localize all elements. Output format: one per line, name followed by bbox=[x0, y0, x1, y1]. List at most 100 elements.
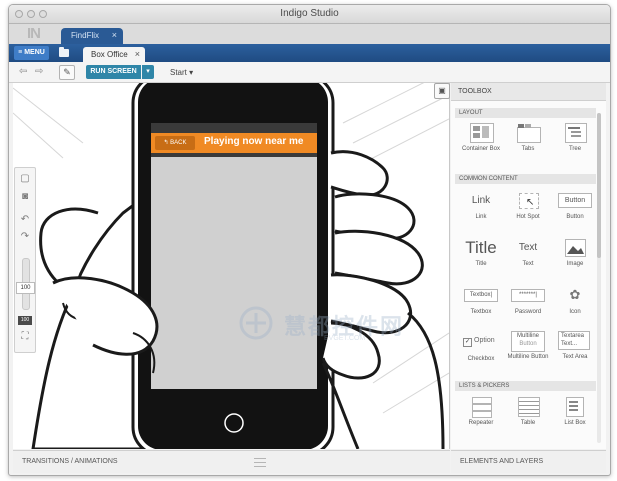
app-bar: IN FindFlix × bbox=[9, 24, 610, 44]
project-tab-label: FindFlix bbox=[71, 31, 100, 40]
tool-hot-spot[interactable]: ↖ Hot Spot bbox=[506, 191, 550, 220]
tool-label: Text Area bbox=[562, 354, 588, 360]
tab-screen[interactable]: Box Office × bbox=[83, 47, 145, 62]
toggle-panel-icon[interactable]: ▣ bbox=[434, 83, 450, 99]
link-icon: Link bbox=[471, 195, 491, 206]
section-lists-pickers: LISTS & PICKERS bbox=[455, 381, 596, 391]
tool-container-box[interactable]: Container Box bbox=[459, 123, 503, 152]
resize-grip-icon[interactable] bbox=[254, 458, 266, 467]
start-dropdown[interactable]: Start ▾ bbox=[170, 68, 193, 77]
tool-text-area[interactable]: Textarea Text... Text Area bbox=[553, 331, 597, 360]
prototype-back-button[interactable]: ↰ BACK bbox=[155, 136, 195, 150]
text-icon: Text bbox=[518, 242, 538, 253]
brush-icon[interactable]: ✎ bbox=[59, 65, 75, 80]
tool-table[interactable]: Table bbox=[506, 397, 550, 426]
toolbox-title: TOOLBOX bbox=[458, 88, 492, 95]
transitions-label: TRANSITIONS / ANIMATIONS bbox=[22, 458, 118, 465]
tool-label: Repeater bbox=[468, 420, 494, 426]
tool-link[interactable]: Link Link bbox=[459, 191, 503, 220]
title-icon: Title bbox=[465, 238, 497, 257]
tool-label: Container Box bbox=[461, 146, 501, 152]
toolbox-panel: TOOLBOX LAYOUT Container Box Tabs Tree C… bbox=[451, 83, 606, 449]
design-canvas[interactable]: ↰ BACK Playing now near me 慧都控件网 EVGET.C… bbox=[13, 83, 450, 449]
tool-repeater[interactable]: Repeater bbox=[459, 397, 503, 426]
fit-screen-icon[interactable]: ⛶ bbox=[18, 330, 32, 344]
image-icon bbox=[562, 238, 588, 258]
tool-label: Tabs bbox=[521, 146, 535, 152]
tool-label: Text bbox=[522, 261, 534, 267]
tool-label: List Box bbox=[564, 420, 586, 426]
tab-project[interactable]: FindFlix × bbox=[61, 28, 123, 44]
tool-password[interactable]: *******| Password bbox=[506, 286, 550, 315]
tool-tabs[interactable]: Tabs bbox=[506, 123, 550, 152]
undo-nav-back-icon[interactable]: ⇦ bbox=[19, 66, 27, 77]
actual-size-icon[interactable]: 100 bbox=[18, 316, 32, 325]
redo-icon[interactable]: ↷ bbox=[18, 230, 32, 244]
multiline-button-icon: Multiline Button bbox=[511, 331, 545, 352]
left-tool-strip: ▢ ◙ ↶ ↷ 100 100 ⛶ bbox=[14, 167, 36, 353]
tool-label: Textbox bbox=[470, 309, 492, 315]
tool-label: Multiline Button bbox=[507, 354, 549, 360]
nav-forward-icon[interactable]: ⇨ bbox=[35, 66, 43, 77]
tool-image[interactable]: Image bbox=[553, 238, 597, 267]
transitions-bar[interactable]: TRANSITIONS / ANIMATIONS bbox=[13, 450, 450, 473]
elements-layers-bar[interactable]: ELEMENTS AND LAYERS bbox=[451, 450, 606, 473]
tool-text[interactable]: Text Text bbox=[506, 238, 550, 267]
run-options-chevron-icon[interactable]: ▾ bbox=[142, 65, 154, 79]
watermark-logo-icon bbox=[239, 306, 273, 340]
tool-list-box[interactable]: List Box bbox=[553, 397, 597, 426]
toolbar: ⇦ ⇨ ✎ RUN SCREEN ▾ Start ▾ bbox=[9, 62, 610, 83]
tool-multiline-button[interactable]: Multiline Button Multiline Button bbox=[506, 331, 550, 360]
tool-label: Tree bbox=[568, 146, 582, 152]
elements-layers-label: ELEMENTS AND LAYERS bbox=[460, 458, 544, 465]
container-box-icon bbox=[468, 123, 494, 143]
undo-icon[interactable]: ↶ bbox=[18, 213, 32, 227]
tool-checkbox[interactable]: ✓ Option Checkbox bbox=[459, 333, 503, 362]
toolbox-header: TOOLBOX bbox=[451, 83, 606, 101]
tabs-icon bbox=[515, 123, 541, 143]
tool-tree[interactable]: Tree bbox=[553, 123, 597, 152]
repeater-icon bbox=[468, 397, 494, 418]
save-icon[interactable]: ▢ bbox=[18, 172, 32, 186]
close-screen-tab-icon[interactable]: × bbox=[135, 49, 140, 59]
tool-label: Link bbox=[475, 214, 487, 220]
tool-label: Title bbox=[475, 261, 487, 267]
close-project-tab-icon[interactable]: × bbox=[112, 30, 117, 40]
hot-spot-icon: ↖ bbox=[515, 191, 541, 211]
tool-label: Icon bbox=[569, 309, 581, 315]
table-icon bbox=[515, 397, 541, 417]
tool-label: Password bbox=[514, 309, 542, 315]
tool-icon[interactable]: ✿ Icon bbox=[553, 286, 597, 315]
text-area-icon: Textarea Text... bbox=[558, 331, 590, 351]
app-window: Indigo Studio IN FindFlix × ≡ MENU Box O… bbox=[8, 4, 611, 476]
tool-title[interactable]: Title Title bbox=[459, 238, 503, 267]
tool-label: Hot Spot bbox=[516, 214, 540, 220]
prototype-header: ↰ BACK Playing now near me bbox=[151, 133, 317, 153]
section-layout: LAYOUT bbox=[455, 108, 596, 118]
password-icon: *******| bbox=[511, 286, 545, 306]
list-box-icon bbox=[562, 397, 588, 417]
tool-button[interactable]: Button Button bbox=[553, 191, 597, 220]
checkbox-icon: ✓ Option bbox=[463, 337, 495, 347]
indigo-logo: IN bbox=[27, 25, 41, 42]
title-bar: Indigo Studio bbox=[9, 5, 610, 24]
menu-button[interactable]: ≡ MENU bbox=[14, 46, 49, 60]
section-common-content: COMMON CONTENT bbox=[455, 174, 596, 184]
camera-icon[interactable]: ◙ bbox=[18, 190, 32, 204]
watermark: 慧都控件网 EVGET.COM bbox=[238, 305, 418, 345]
tool-textbox[interactable]: Textbox| Textbox bbox=[459, 286, 503, 315]
tool-label: Image bbox=[566, 261, 584, 267]
run-screen-button[interactable]: RUN SCREEN bbox=[86, 65, 141, 79]
window-title: Indigo Studio bbox=[280, 8, 339, 19]
textbox-icon: Textbox| bbox=[464, 286, 498, 306]
toolbox-scroll-thumb[interactable] bbox=[597, 113, 601, 258]
prototype-back-label: BACK bbox=[170, 140, 187, 146]
zoom-value[interactable]: 100 bbox=[16, 282, 35, 294]
icon-icon: ✿ bbox=[569, 287, 581, 302]
toolbox-scrollbar[interactable] bbox=[597, 113, 601, 443]
button-icon: Button bbox=[558, 191, 592, 211]
prototype-title: Playing now near me bbox=[204, 136, 304, 147]
tool-label: Checkbox bbox=[467, 356, 495, 362]
tool-label: Table bbox=[520, 420, 536, 426]
folder-icon[interactable] bbox=[59, 47, 69, 57]
